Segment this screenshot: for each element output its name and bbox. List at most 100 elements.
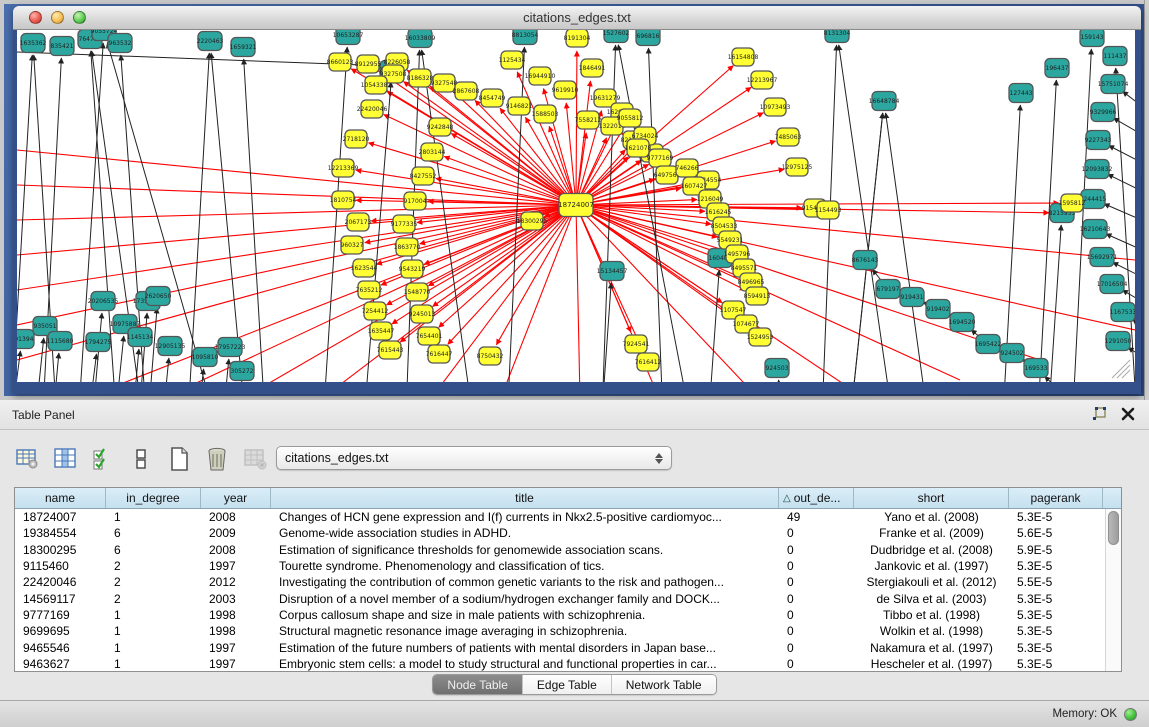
network-node[interactable]: 2803144: [419, 143, 446, 161]
network-node[interactable]: 9055812: [617, 109, 644, 127]
network-node[interactable]: 12975125: [782, 158, 813, 176]
network-node[interactable]: 1548770: [404, 283, 431, 301]
table-row[interactable]: 1938455462009Genome-wide association stu…: [15, 525, 1121, 541]
network-node[interactable]: 2718120: [343, 130, 370, 148]
network-node[interactable]: 127443: [1009, 84, 1033, 103]
column-header-title[interactable]: title: [271, 488, 779, 508]
memory-status-icon[interactable]: [1124, 708, 1137, 721]
network-node[interactable]: 1635447: [368, 322, 395, 340]
network-node[interactable]: 20206535: [88, 292, 119, 311]
network-node[interactable]: 1623544: [351, 259, 378, 277]
network-node[interactable]: 16210643: [1080, 220, 1111, 239]
network-node[interactable]: 169533: [1024, 359, 1048, 378]
table-row[interactable]: 1872400712008Changes of HCN gene express…: [15, 509, 1121, 525]
network-node[interactable]: 9619910: [552, 81, 579, 99]
network-node[interactable]: 1115680: [47, 332, 74, 351]
network-node[interactable]: 7616412: [635, 353, 662, 371]
close-icon[interactable]: [1121, 407, 1135, 421]
checklist-icon[interactable]: [90, 446, 116, 472]
network-node[interactable]: 159143: [1080, 30, 1104, 47]
network-node[interactable]: 305272: [230, 362, 254, 381]
network-node[interactable]: 9242848: [427, 118, 454, 136]
network-node[interactable]: 12093832: [1082, 160, 1113, 179]
network-node[interactable]: 8594913: [744, 287, 771, 305]
tab-node-table[interactable]: Node Table: [433, 675, 523, 694]
table-row[interactable]: 2242004622012Investigating the contribut…: [15, 574, 1121, 590]
network-node[interactable]: 15692971: [1087, 248, 1118, 267]
network-node[interactable]: 1291050: [1105, 332, 1132, 351]
network-node[interactable]: 7654401: [416, 327, 443, 345]
network-node[interactable]: 7558212: [575, 111, 602, 129]
network-node[interactable]: 8454749: [479, 89, 506, 107]
rows-icon[interactable]: [128, 446, 154, 472]
network-node[interactable]: 8750432: [477, 347, 504, 365]
network-node[interactable]: 1810754: [330, 191, 357, 209]
network-node[interactable]: 963532: [108, 34, 132, 53]
table-row[interactable]: 946362711997Embryonic stem cells: a mode…: [15, 656, 1121, 672]
network-node[interactable]: 10653287: [333, 30, 364, 45]
network-canvas[interactable]: 1635362835421764791905572496353222204631…: [17, 30, 1135, 382]
tab-network-table[interactable]: Network Table: [612, 675, 716, 694]
network-node[interactable]: 16944910: [525, 67, 556, 85]
network-node[interactable]: 2220463: [197, 32, 224, 51]
network-node[interactable]: 960327: [341, 236, 364, 254]
network-node[interactable]: 196437: [1045, 59, 1069, 78]
network-node[interactable]: 391394: [17, 330, 34, 349]
tab-edge-table[interactable]: Edge Table: [523, 675, 612, 694]
network-node[interactable]: 15134457: [597, 262, 628, 281]
network-node[interactable]: 9329966: [1090, 103, 1117, 122]
network-node[interactable]: 7635212: [356, 281, 383, 299]
network-node[interactable]: 18724007: [558, 194, 594, 217]
network-node[interactable]: 8191304: [564, 30, 591, 47]
network-node[interactable]: 8427552: [410, 167, 437, 185]
network-node[interactable]: 2067173: [345, 213, 372, 231]
table-settings-icon[interactable]: [14, 446, 40, 472]
network-node[interactable]: 9227343: [1085, 131, 1112, 150]
network-node[interactable]: 924503: [765, 359, 789, 378]
network-node[interactable]: 1694520: [949, 313, 976, 332]
column-header-pagerank[interactable]: pagerank: [1009, 488, 1103, 508]
network-node[interactable]: 1588503: [532, 105, 559, 123]
network-node[interactable]: 919402: [926, 300, 950, 319]
network-node[interactable]: 2620650: [145, 287, 172, 306]
network-node[interactable]: 8660123: [327, 53, 354, 71]
network-node[interactable]: 9245013: [409, 305, 436, 323]
network-node[interactable]: 9146821: [506, 97, 533, 115]
column-header-name[interactable]: name: [15, 488, 106, 508]
network-node[interactable]: 1527602: [603, 30, 630, 43]
network-node[interactable]: 1125434: [499, 51, 526, 69]
network-node[interactable]: 679197: [876, 280, 900, 299]
network-node[interactable]: 16033809: [405, 30, 436, 48]
network-node[interactable]: 924502: [1000, 344, 1024, 363]
network-node[interactable]: 8131304: [824, 30, 851, 43]
network-node[interactable]: 7615443: [377, 341, 404, 359]
network-node[interactable]: 1635362: [20, 34, 47, 53]
network-view-window[interactable]: citations_edges.txt 16353628354217647919…: [13, 6, 1141, 394]
network-node[interactable]: 8912955: [355, 55, 382, 73]
table-row[interactable]: 969969511998Structural magnetic resonanc…: [15, 623, 1121, 639]
table-row[interactable]: 946554611997Estimation of the future num…: [15, 639, 1121, 655]
network-node[interactable]: 1863770: [394, 238, 421, 256]
network-node[interactable]: 1154493: [815, 201, 842, 219]
column-header-indegree[interactable]: in_degree: [106, 488, 201, 508]
network-node[interactable]: 7485063: [775, 128, 802, 146]
network-node[interactable]: 1659321: [230, 38, 257, 57]
table-row[interactable]: 1830029562008Estimation of significance …: [15, 542, 1121, 558]
network-node[interactable]: 696816: [636, 30, 660, 46]
network-node[interactable]: 835421: [50, 37, 74, 56]
network-node[interactable]: 1167533: [1110, 303, 1135, 322]
network-node[interactable]: 1595812: [1059, 194, 1086, 212]
network-node[interactable]: 7616447: [426, 345, 453, 363]
network-node[interactable]: 9177335: [391, 215, 418, 233]
network-node[interactable]: 1145134: [127, 328, 154, 347]
scrollbar-thumb[interactable]: [1108, 511, 1119, 545]
network-node[interactable]: 17957223: [215, 338, 246, 357]
network-node[interactable]: 8676143: [852, 251, 879, 270]
network-node[interactable]: 8813054: [512, 30, 539, 45]
network-node[interactable]: 18300295: [517, 212, 548, 230]
table-row[interactable]: 977716911998Corpus callosum shape and si…: [15, 607, 1121, 623]
new-file-icon[interactable]: [166, 446, 192, 472]
network-node[interactable]: 746266: [676, 159, 699, 177]
network-node[interactable]: 12213369: [328, 159, 359, 177]
network-node[interactable]: 1524953: [747, 328, 774, 346]
